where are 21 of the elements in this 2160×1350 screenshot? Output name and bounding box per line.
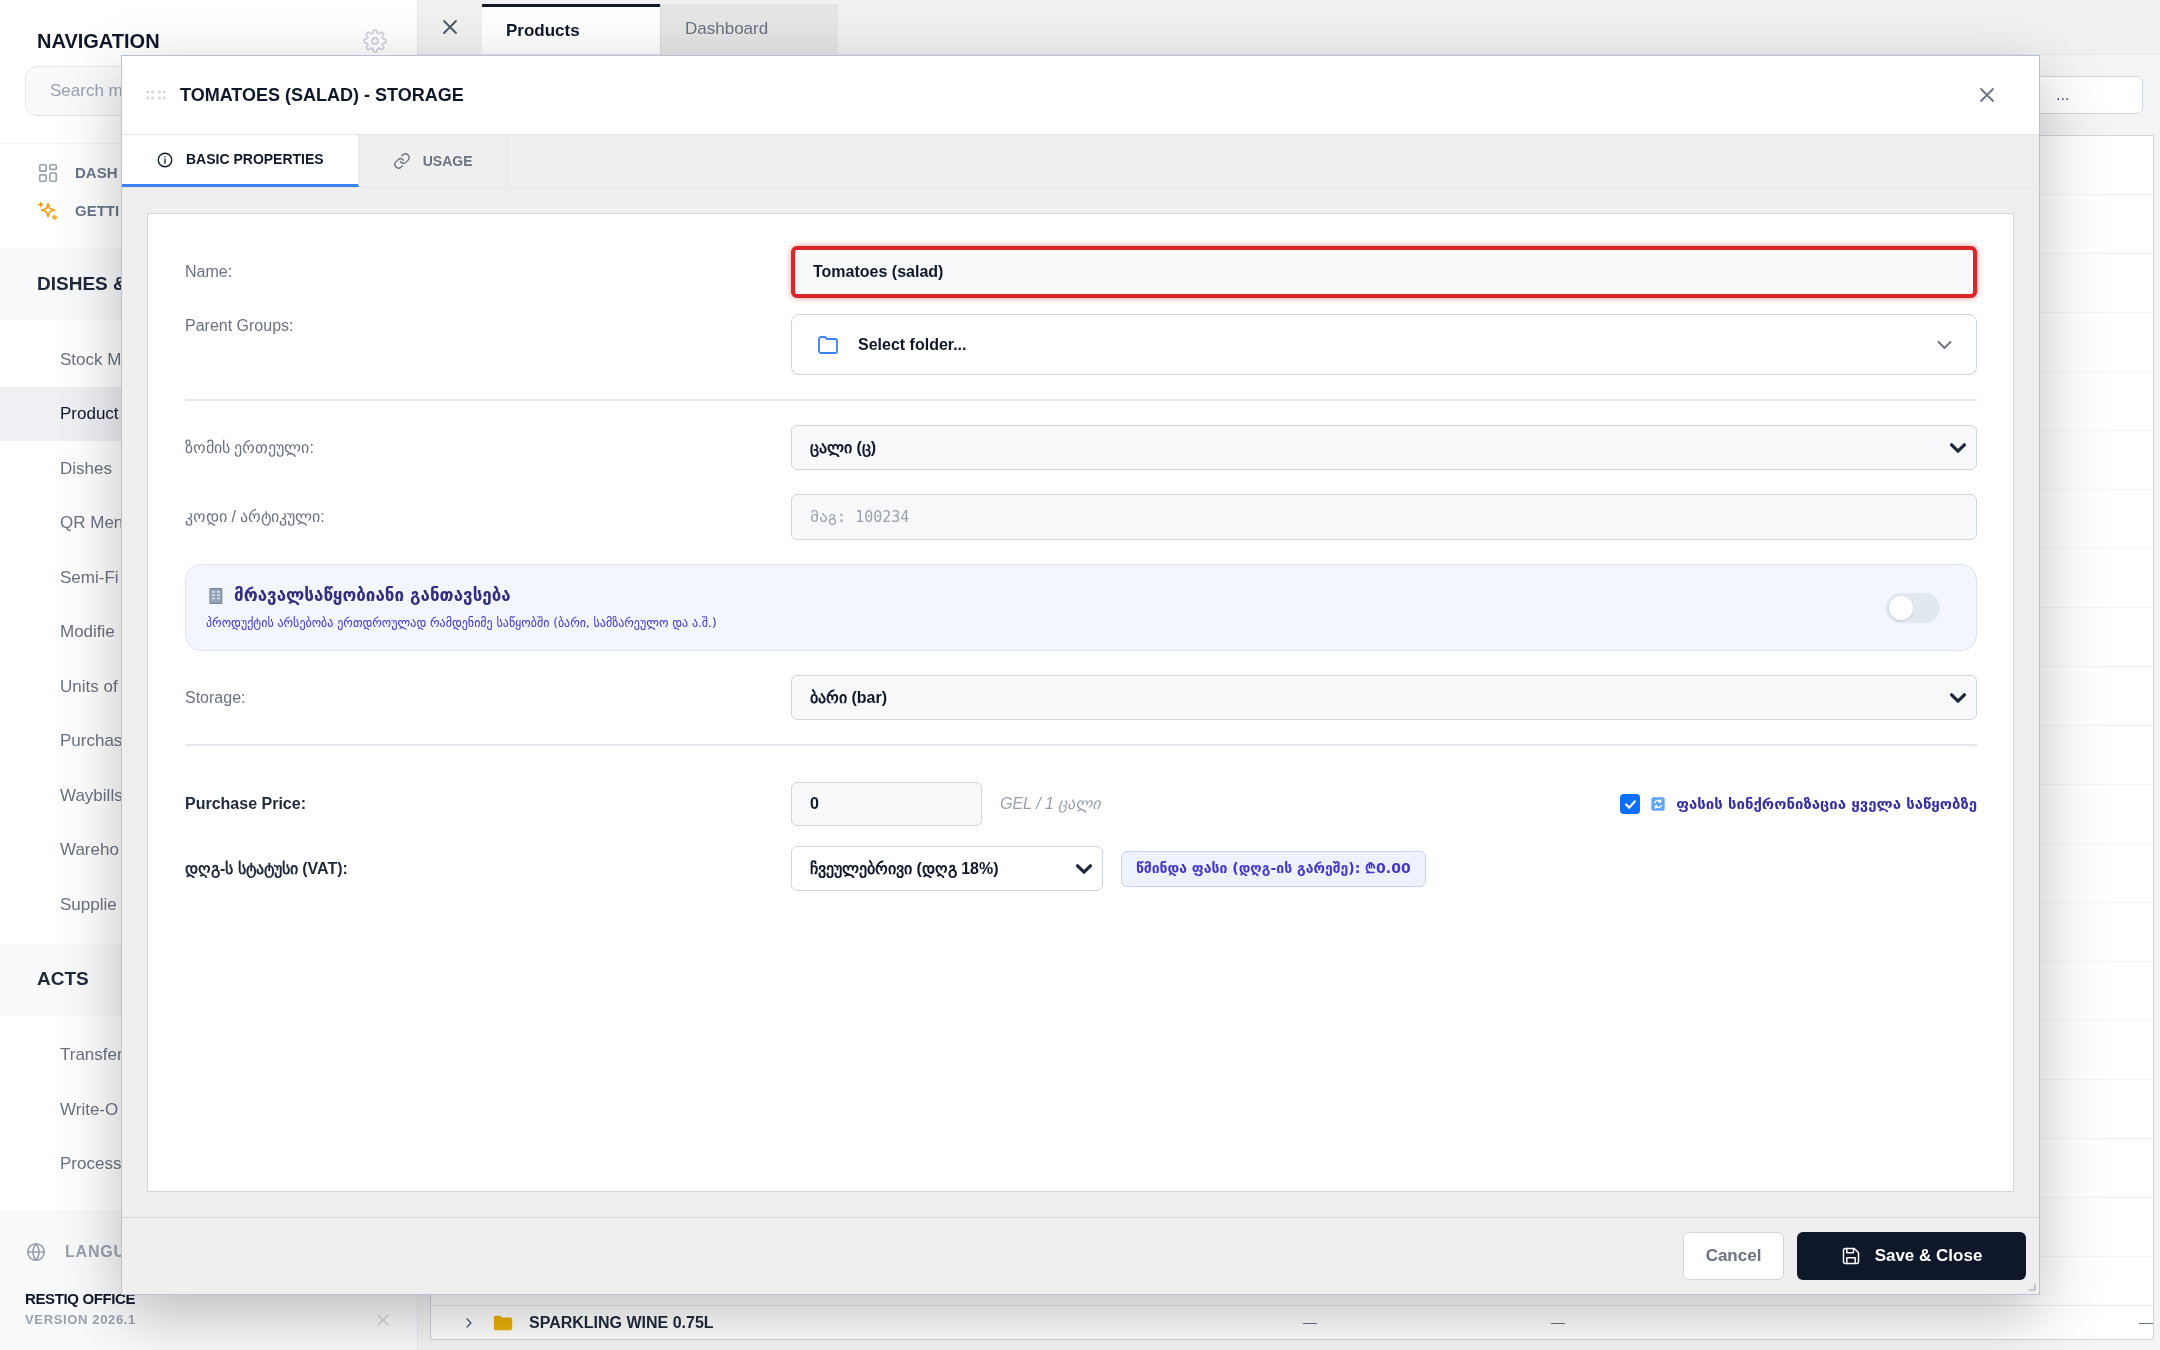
field-label: Parent Groups: [185,316,295,336]
net-price-badge: წმინდა ფასი (დღგ-ის გარეშე): ₾0.00 [1121,850,1426,887]
table-cell-text: — [2139,1313,2153,1332]
field-label: Storage: [185,687,247,708]
field-label: კოდი / არტიკული: [185,507,326,528]
sidebar-title: NAVIGATION [37,29,160,54]
row-label: SPARKLING WINE 0.75L [529,1312,715,1333]
version-label: VERSION 2026.1 [25,1311,136,1330]
panel-description: პროდუქტის არსებობა ერთდროულად რამდენიმე საწყობში (ბარი, სამზარეულო და ა.შ.) [206,615,718,633]
section-heading: ACTS [37,967,89,992]
dialog-title: TOMATOES (SALAD) - STORAGE [180,83,465,107]
panel-title: მრავალსაწყობიანი განთავსება [234,583,511,607]
table-cell-text: — [1551,1313,1565,1332]
field-label: ზომის ერთეული: [185,437,315,459]
field-label: Purchase Price: [185,794,307,814]
field-label: დღგ-ს სტატუსი (VAT): [185,858,349,880]
unit-label: GEL / 1 ცალი [1000,794,1101,815]
field-label: Name: [185,262,234,282]
table-cell-text: — [1303,1313,1317,1332]
app-name: RESTIQ OFFICE [25,1288,137,1309]
sync-label: ფასის სინქრონიზაცია ყველა საწყობზე [1676,793,1977,815]
